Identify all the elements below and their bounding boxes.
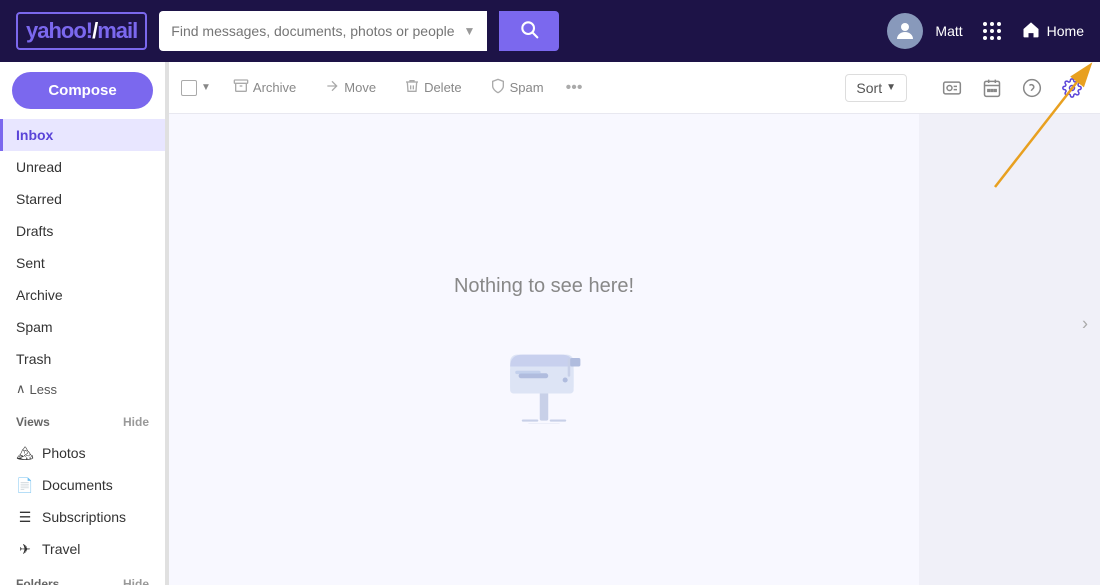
views-hide-button[interactable]: Hide	[123, 415, 149, 429]
sidebar-item-inbox-label: Inbox	[16, 127, 53, 143]
spam-action[interactable]: Spam	[484, 74, 550, 102]
username-label: Matt	[935, 23, 962, 39]
travel-label: Travel	[42, 541, 80, 557]
sidebar-item-unread-label: Unread	[16, 159, 62, 175]
logo-yahoo: yahoo!	[26, 18, 92, 43]
archive-action[interactable]: Archive	[227, 74, 302, 102]
email-empty-state: Nothing to see here!	[169, 114, 919, 585]
documents-label: Documents	[42, 477, 113, 493]
folders-section-header: Folders Hide	[0, 569, 165, 585]
move-label: Move	[344, 80, 376, 95]
views-section-header: Views Hide	[0, 407, 165, 437]
sidebar-item-spam[interactable]: Spam	[0, 311, 165, 343]
search-icon	[519, 19, 539, 44]
search-chevron-icon[interactable]: ▼	[463, 24, 475, 38]
sidebar-item-archive-label: Archive	[16, 287, 63, 303]
email-toolbar: ▼ Archive Move	[169, 62, 919, 114]
select-all-area[interactable]: ▼	[181, 80, 211, 96]
sidebar-item-drafts-label: Drafts	[16, 223, 53, 239]
sidebar-item-starred[interactable]: Starred	[0, 183, 165, 215]
logo[interactable]: yahoo!/mail	[16, 12, 147, 50]
right-panel: ›	[919, 62, 1100, 585]
subscriptions-label: Subscriptions	[42, 509, 126, 525]
sidebar-item-sent[interactable]: Sent	[0, 247, 165, 279]
folders-label: Folders	[16, 577, 59, 585]
sidebar-item-inbox[interactable]: Inbox	[0, 119, 165, 151]
search-input[interactable]	[171, 23, 455, 39]
sidebar-item-unread[interactable]: Unread	[0, 151, 165, 183]
sidebar-item-sent-label: Sent	[16, 255, 45, 271]
email-list-panel: ▼ Archive Move	[169, 62, 919, 585]
sort-button[interactable]: Sort ▼	[845, 74, 907, 102]
delete-icon	[404, 78, 420, 98]
main-layout: Compose Inbox Unread Starred Drafts Sent…	[0, 62, 1100, 585]
settings-button[interactable]	[1056, 72, 1088, 104]
sidebar-item-spam-label: Spam	[16, 319, 53, 335]
contact-card-button[interactable]	[936, 72, 968, 104]
sort-label: Sort	[856, 80, 882, 96]
documents-icon: 📄	[16, 476, 34, 494]
search-button[interactable]	[499, 11, 559, 51]
more-actions-icon[interactable]: •••	[566, 79, 583, 97]
sidebar-item-travel[interactable]: ✈ Travel	[0, 533, 165, 565]
archive-label: Archive	[253, 80, 296, 95]
sidebar-item-photos[interactable]: 🏔 Photos	[0, 437, 165, 469]
search-bar: ▼	[159, 11, 487, 51]
move-action[interactable]: Move	[318, 74, 382, 102]
select-dropdown-icon[interactable]: ▼	[201, 82, 211, 93]
help-button[interactable]	[1016, 72, 1048, 104]
sidebar-item-documents[interactable]: 📄 Documents	[0, 469, 165, 501]
home-label: Home	[1047, 23, 1084, 39]
sidebar-item-archive[interactable]: Archive	[0, 279, 165, 311]
logo-mail: mail	[97, 18, 137, 43]
right-panel-toolbar	[919, 62, 1100, 114]
calendar-button[interactable]	[976, 72, 1008, 104]
sidebar-item-trash[interactable]: Trash	[0, 343, 165, 375]
compose-button[interactable]: Compose	[12, 72, 153, 109]
spam-label: Spam	[510, 80, 544, 95]
logo-text: yahoo!/mail	[26, 18, 137, 44]
less-chevron-icon: ∧	[16, 381, 26, 397]
select-all-checkbox[interactable]	[181, 80, 197, 96]
apps-button[interactable]	[975, 18, 1009, 44]
sidebar-item-trash-label: Trash	[16, 351, 51, 367]
delete-label: Delete	[424, 80, 462, 95]
mailbox-illustration	[489, 314, 599, 424]
move-icon	[324, 78, 340, 98]
delete-action[interactable]: Delete	[398, 74, 468, 102]
panel-collapse-icon[interactable]: ›	[1082, 313, 1088, 334]
sort-chevron-icon: ▼	[886, 82, 896, 93]
travel-icon: ✈	[16, 540, 34, 558]
header: yahoo!/mail ▼ Matt Home	[0, 0, 1100, 62]
spam-icon	[490, 78, 506, 98]
sidebar-item-starred-label: Starred	[16, 191, 62, 207]
sidebar: Compose Inbox Unread Starred Drafts Sent…	[0, 62, 165, 585]
sidebar-item-subscriptions[interactable]: ☰ Subscriptions	[0, 501, 165, 533]
right-panel-body	[919, 114, 1100, 585]
less-button[interactable]: ∧ Less	[0, 375, 165, 403]
views-label: Views	[16, 415, 50, 429]
less-label: Less	[30, 382, 57, 397]
photos-icon: 🏔	[16, 444, 34, 462]
empty-message: Nothing to see here!	[454, 275, 634, 298]
home-button[interactable]: Home	[1021, 19, 1084, 44]
photos-label: Photos	[42, 445, 86, 461]
sidebar-item-drafts[interactable]: Drafts	[0, 215, 165, 247]
archive-icon	[233, 78, 249, 98]
home-icon	[1021, 19, 1041, 44]
subscriptions-icon: ☰	[16, 508, 34, 526]
folders-hide-button[interactable]: Hide	[123, 577, 149, 585]
apps-grid-icon	[983, 22, 1001, 40]
avatar[interactable]	[887, 13, 923, 49]
